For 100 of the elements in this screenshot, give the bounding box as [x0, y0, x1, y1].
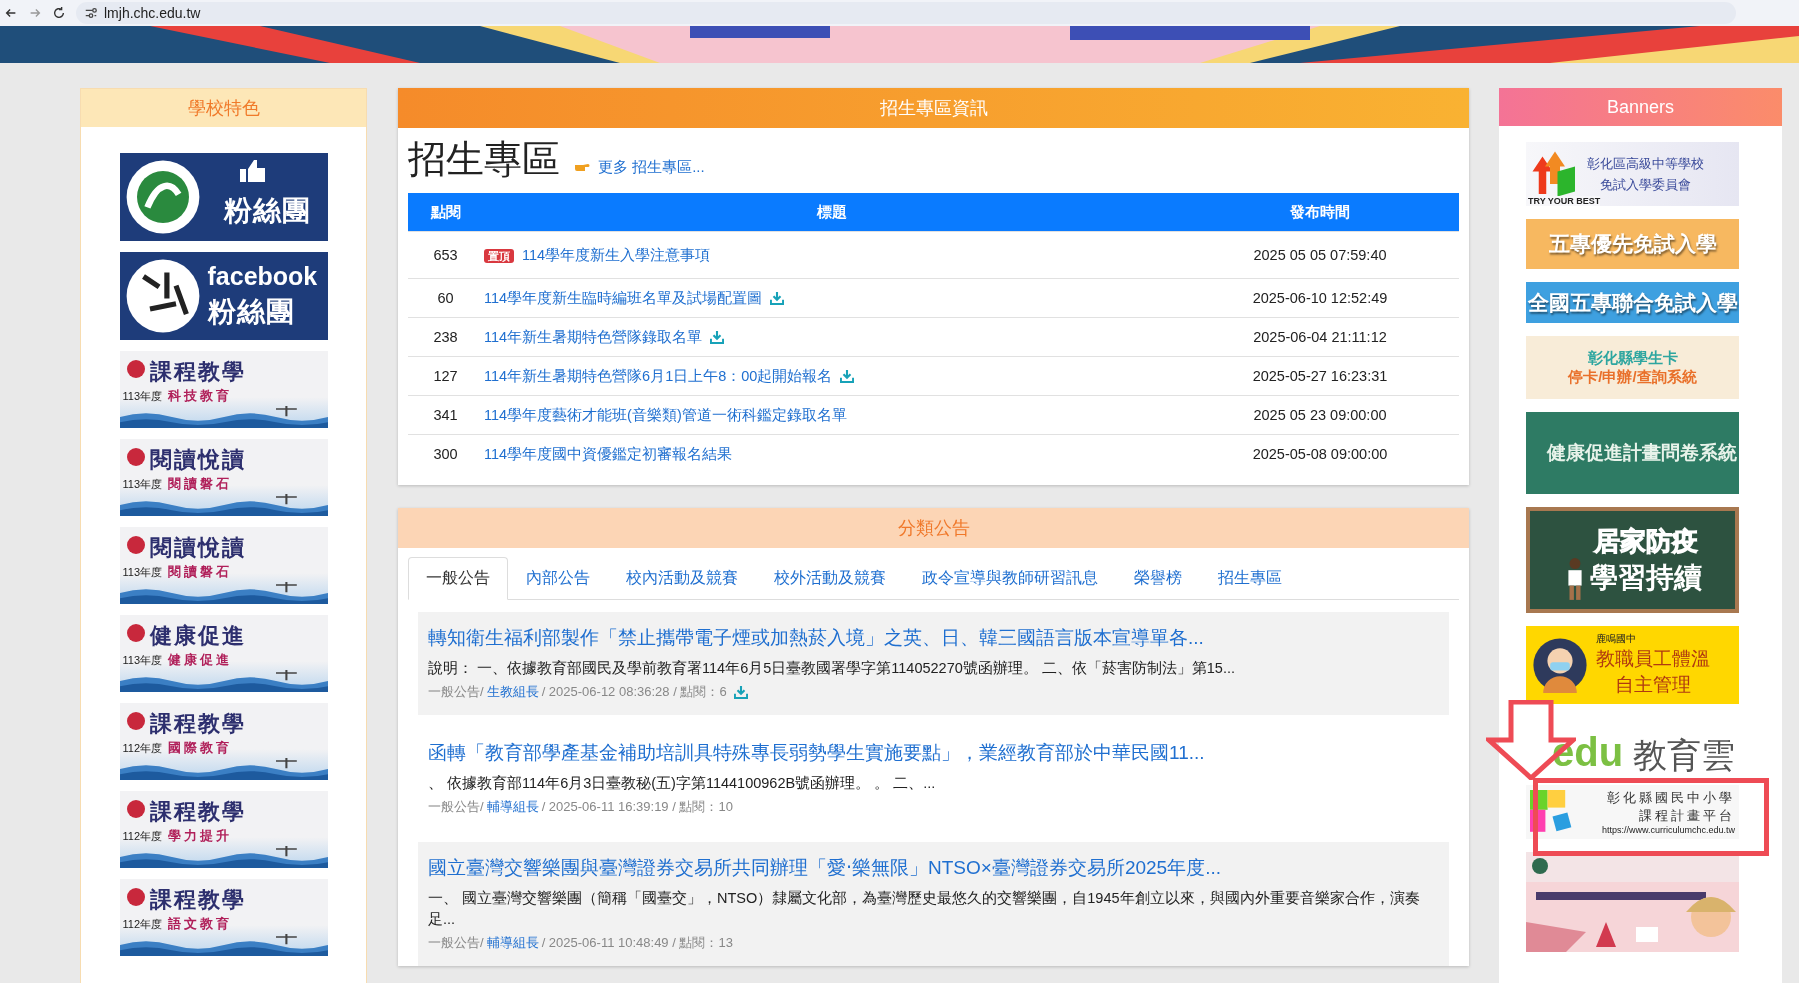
link-banner[interactable]: 鹿鳴國中 教職員工體溫 自主管理 [1526, 626, 1739, 704]
banner-text: 健康促進計畫問卷系統 [1547, 441, 1737, 465]
banner-title: 閱讀悅讀 [149, 445, 247, 474]
publish-date: 2025-05-27 16:23:31 [1181, 356, 1459, 396]
banner-year: 112年度 [122, 740, 163, 756]
category-tab[interactable]: 校外活動及競賽 [756, 557, 904, 600]
banner-text: 課程計畫平台 [1639, 807, 1735, 825]
banner-title: 課程教學 [149, 797, 247, 826]
forward-icon[interactable] [28, 6, 42, 20]
logo-text: 教育雲 [1633, 738, 1736, 772]
school-emblem-icon [125, 535, 146, 555]
column-header: 點閱 [408, 193, 483, 232]
publish-date: 2025 05 05 07:59:40 [1181, 231, 1459, 279]
link-banner[interactable]: 彰化區高級中等學校 免試入學委員會 TRY YOUR BEST [1526, 142, 1739, 206]
category-tab[interactable]: 政令宣導與教師研習訊息 [904, 557, 1116, 600]
course-banner[interactable]: 健康促進 113年度 健康促進 [119, 615, 328, 692]
announcement-summary: 、 依據教育部114年6月3日臺教秘(五)字第1144100962B號函辦理。 。 二、... [428, 774, 937, 793]
post-link[interactable]: 114年新生暑期特色營隊6月1日上午8：00起開始報名 [484, 367, 833, 384]
banner-text: 免試入學委員會 [1600, 175, 1691, 194]
banner-year: 112年度 [122, 828, 163, 844]
school-emblem-icon [125, 799, 146, 819]
announcement-title[interactable]: 國立臺灣交響樂團與臺灣證券交易所共同辦理「愛‧樂無限」NTSO×臺灣證券交易所2025年度... [428, 855, 1439, 882]
banner-text: facebook [207, 261, 318, 291]
banner-title: 課程教學 [149, 709, 247, 738]
banner-subtitle: 閱讀磐石 [168, 475, 233, 493]
view-count: 300 [408, 434, 483, 473]
banner-subtitle: 語文教育 [168, 915, 233, 933]
url-text: lmjh.chc.edu.tw [104, 5, 201, 21]
banner-text: 停卡/申辦/查詢系統 [1568, 367, 1697, 387]
banner-text: 彰化縣國民中小學 [1607, 789, 1735, 807]
post-link[interactable]: 114學年度藝術才能班(音樂類)管道一術科鑑定錄取名單 [484, 406, 847, 423]
column-header: 發布時間 [1181, 193, 1459, 232]
link-banner[interactable]: 健康促進計畫問卷系統 [1526, 412, 1739, 494]
pinned-badge: 置頂 [484, 248, 514, 263]
post-link[interactable]: 114年新生暑期特色營隊錄取名單 [484, 328, 703, 345]
panel-header: Banners [1499, 88, 1782, 126]
view-count: 653 [408, 231, 483, 279]
address-bar[interactable]: lmjh.chc.edu.tw [76, 2, 1736, 24]
announcement-meta: / 2025-06-12 08:36:28 / 點閱：6 [541, 683, 727, 701]
view-count: 341 [408, 395, 483, 435]
banner-text: 自主管理 [1615, 672, 1691, 697]
banner-text: 教職員工體溫 [1596, 646, 1710, 671]
download-icon[interactable] [733, 685, 748, 699]
column-header: 標題 [483, 193, 1181, 232]
view-count: 60 [408, 278, 483, 318]
category-tab[interactable]: 內部公告 [508, 557, 608, 600]
link-banner[interactable]: 彰化縣國民中小學 課程計畫平台 https://www.curriculumchc.edu.tw [1526, 785, 1739, 839]
announcement-summary: 一、 國立臺灣交響樂團（簡稱「國臺交」，NTSO）隸屬文化部，為臺灣歷史最悠久的交響樂團，自1945年創立以來，與國內外重要音樂家合作，演奏足... [428, 889, 1421, 930]
banner-text: 居家防疫 [1593, 524, 1698, 558]
course-banner[interactable]: 閱讀悅讀 113年度 閱讀磐石 [119, 439, 328, 516]
masked-person-icon [1532, 637, 1588, 693]
school-emblem-icon [125, 623, 146, 643]
download-icon[interactable] [840, 368, 855, 383]
course-banner[interactable]: 課程教學 112年度 語文教育 [119, 879, 328, 956]
more-link[interactable]: 更多 招生專區... [598, 158, 705, 177]
banner-title: 閱讀悅讀 [149, 533, 247, 562]
download-icon[interactable] [770, 290, 785, 305]
school-emblem-icon [125, 359, 146, 379]
category-tab[interactable]: 一般公告 [408, 557, 508, 600]
course-banner[interactable]: 課程教學 112年度 國際教育 [119, 703, 328, 780]
banner-title: 課程教學 [149, 357, 247, 386]
course-banner[interactable]: 課程教學 112年度 學力提升 [119, 791, 328, 868]
post-link[interactable]: 114學年度新生入學注意事項 [522, 246, 711, 263]
link-banner[interactable]: 彰化縣學生卡 停卡/申辦/查詢系統 [1526, 336, 1739, 399]
back-icon[interactable] [4, 6, 18, 20]
post-link[interactable]: 114學年度新生臨時編班名單及試場配置圖 [484, 289, 763, 306]
facebook-banner[interactable]: facebook 粉絲團 [119, 252, 328, 340]
announcement-category: 一般公告/ [428, 934, 484, 953]
announcement-category: 一般公告/ [428, 683, 484, 701]
post-link[interactable]: 114學年度國中資優鑑定初審報名結果 [484, 445, 733, 462]
course-banner[interactable]: 閱讀悅讀 113年度 閱讀磐石 [119, 527, 328, 604]
view-count: 238 [408, 317, 483, 357]
link-banner[interactable]: 居家防疫 學習持續 [1526, 507, 1739, 613]
category-tab[interactable]: 招生專區 [1200, 557, 1300, 600]
banner-text: 鹿鳴國中 [1596, 632, 1636, 646]
fan-page-banner[interactable]: 粉絲團 [119, 153, 328, 241]
school-emblem-icon [125, 887, 146, 907]
banner-slogan: TRY YOUR BEST [1528, 196, 1601, 206]
announcement-title[interactable]: 函轉「教育部學產基金補助培訓具特殊專長弱勢學生實施要點」，業經教育部於中華民國11... [428, 740, 1439, 766]
banner-title: 課程教學 [149, 885, 247, 914]
banner-url: https://www.curriculumchc.edu.tw [1601, 825, 1735, 835]
publish-date: 2025-06-10 12:52:49 [1181, 278, 1459, 318]
category-tab[interactable]: 榮譽榜 [1116, 557, 1200, 600]
course-banner[interactable]: 課程教學 113年度 科技教育 [119, 351, 328, 428]
publish-date: 2025-05-08 09:00:00 [1181, 434, 1459, 473]
download-icon[interactable] [710, 329, 725, 344]
publish-date: 2025-06-04 21:11:12 [1181, 317, 1459, 357]
link-banner[interactable]: 全國五專聯合免試入學 [1526, 282, 1739, 323]
banner-text: 粉絲團 [207, 294, 296, 329]
reload-icon[interactable] [52, 6, 66, 20]
author-link[interactable]: 生教組長 [486, 683, 539, 701]
banner-text: 五專優先免試入學 [1548, 231, 1717, 257]
category-tab[interactable]: 校內活動及競賽 [608, 557, 756, 600]
announcement-category: 一般公告/ [428, 798, 484, 817]
banner-text: 學習持續 [1589, 560, 1702, 595]
announcement-title[interactable]: 轉知衛生福利部製作「禁止攜帶電子煙或加熱菸入境」之英、日、韓三國語言版本宣導單各... [428, 625, 1439, 651]
author-link[interactable]: 輔導組長 [486, 798, 539, 817]
site-settings-icon[interactable] [84, 6, 98, 20]
author-link[interactable]: 輔導組長 [486, 934, 539, 953]
puzzle-icon [1530, 790, 1574, 834]
